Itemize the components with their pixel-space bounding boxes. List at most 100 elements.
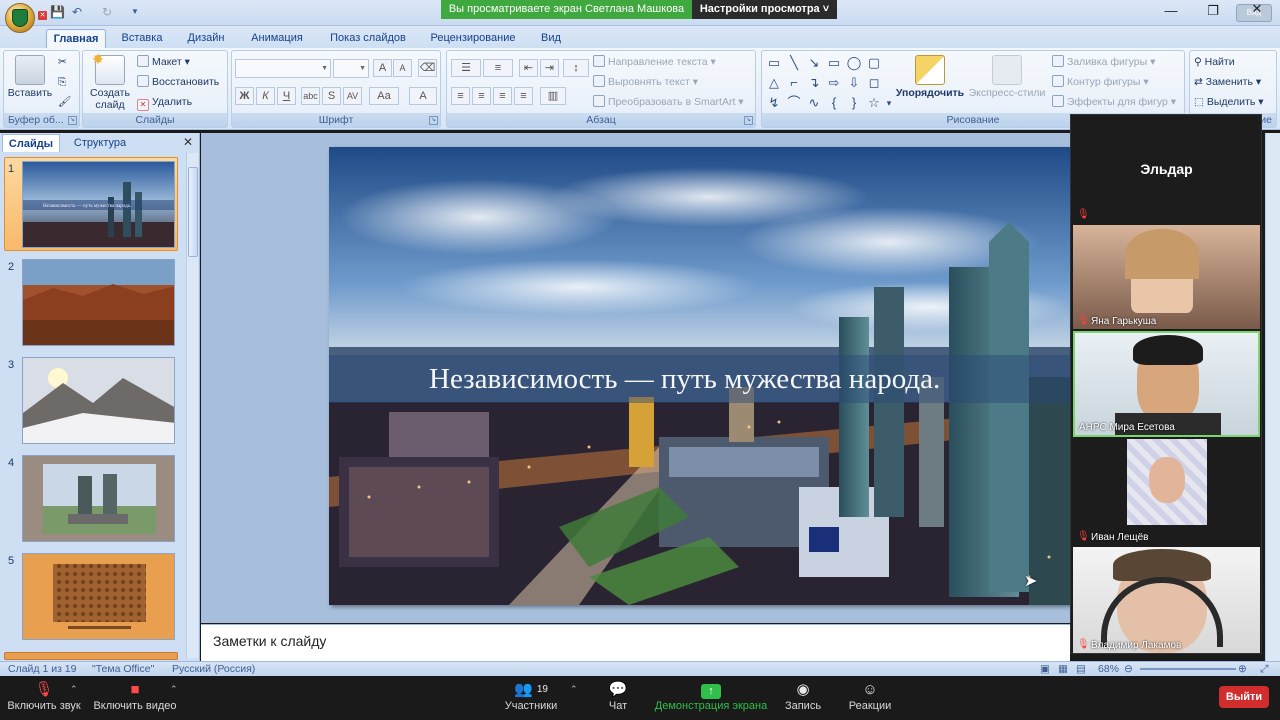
cut-icon[interactable]: ✂	[58, 53, 67, 71]
save-icon[interactable]: 💾	[50, 5, 65, 19]
case-icon[interactable]: Aa	[369, 87, 399, 105]
convert-smartart-button[interactable]: Преобразовать в SmartArt ▾	[593, 93, 744, 111]
delete-slide-button[interactable]: ✕ Удалить	[137, 93, 192, 111]
find-button[interactable]: ⚲ Найти	[1194, 53, 1235, 71]
quick-styles-button[interactable]: Экспресс-стили	[968, 53, 1046, 113]
underline-icon[interactable]: Ч	[277, 87, 296, 105]
slide-thumbnail[interactable]: Независимость — путь мужества народа.	[22, 161, 175, 248]
decrease-indent-icon[interactable]: ⇤	[519, 59, 538, 77]
zoom-in-icon[interactable]: ⊕	[1238, 662, 1247, 676]
star-shape-icon[interactable]: ☆	[866, 95, 882, 111]
justify-icon[interactable]: ≡	[514, 87, 533, 105]
start-video-button[interactable]: ■ Включить видео	[92, 680, 178, 720]
shadow-icon[interactable]: S	[322, 87, 341, 105]
textbox-shape-icon[interactable]: ▭	[766, 55, 782, 71]
tab-design[interactable]: Дизайн	[182, 29, 230, 48]
chat-button[interactable]: 💬 Чат	[598, 680, 638, 720]
strikethrough-icon[interactable]: abc	[301, 87, 320, 105]
columns-icon[interactable]: ▥	[540, 87, 566, 105]
curve-shape-icon[interactable]: ⌒	[786, 95, 802, 111]
line-shape-icon[interactable]: ╲	[786, 55, 802, 71]
elbow-connector-icon[interactable]: ⌐	[786, 75, 802, 91]
current-slide[interactable]: Независимость — путь мужества народа.	[329, 147, 1074, 605]
arrow-shape-icon[interactable]: ↘	[806, 55, 822, 71]
font-color-icon[interactable]: A	[409, 87, 437, 105]
replace-button[interactable]: ⇄ Заменить ▾	[1194, 73, 1261, 91]
callout-shape-icon[interactable]: ◻	[866, 75, 882, 91]
line-spacing-icon[interactable]: ↕	[563, 59, 589, 77]
bold-icon[interactable]: Ж	[235, 87, 254, 105]
tab-outline[interactable]: Структура	[64, 134, 136, 152]
leave-button[interactable]: Выйти	[1219, 686, 1269, 708]
notes-pane[interactable]: Заметки к слайду	[201, 624, 1070, 661]
zoom-out-icon[interactable]: ⊖	[1124, 662, 1133, 676]
redo-icon[interactable]: ↻	[100, 5, 114, 19]
shape-outline-button[interactable]: Контур фигуры ▾	[1052, 73, 1149, 91]
slide-thumbnail[interactable]	[22, 455, 175, 542]
spacing-icon[interactable]: AV	[343, 87, 362, 105]
format-painter-icon[interactable]: 🖌	[58, 93, 71, 111]
font-name-field[interactable]: ▼	[235, 59, 331, 78]
align-left-icon[interactable]: ≡	[451, 87, 470, 105]
view-settings-button[interactable]: Настройки просмотра ˅	[692, 0, 837, 19]
paragraph-launcher-icon[interactable]: ↘	[744, 116, 753, 125]
tab-slideshow[interactable]: Показ слайдов	[325, 29, 411, 48]
zoom-slider[interactable]	[1140, 668, 1236, 670]
office-button[interactable]	[5, 3, 35, 33]
rounded-rect-shape-icon[interactable]: ▢	[866, 55, 882, 71]
reading-view-icon[interactable]: ▤	[1076, 662, 1086, 676]
zoom-level[interactable]: 68%	[1098, 662, 1119, 676]
chevron-up-icon[interactable]: ⌃	[170, 684, 178, 695]
tab-view[interactable]: Вид	[536, 29, 566, 48]
record-button[interactable]: ◉ Запись	[780, 680, 826, 720]
close-icon[interactable]: ✕	[183, 135, 193, 149]
restore-button[interactable]: ❐	[1200, 2, 1226, 20]
participant-tile[interactable]: АНРС Мира Есетова	[1073, 331, 1260, 437]
participants-button[interactable]: 👥 19 Участники	[500, 680, 562, 720]
sorter-view-icon[interactable]: ▦	[1058, 662, 1068, 676]
clipboard-launcher-icon[interactable]: ↘	[68, 116, 77, 125]
minimize-button[interactable]: —	[1158, 2, 1184, 20]
reset-button[interactable]: Восстановить	[137, 73, 219, 91]
layout-button[interactable]: Макет ▾	[137, 53, 190, 71]
bullets-icon[interactable]: ☰	[451, 59, 481, 77]
slide-thumbnail[interactable]	[22, 553, 175, 640]
share-screen-button[interactable]: ↑ Демонстрация экрана	[654, 680, 768, 720]
tab-review[interactable]: Рецензирование	[425, 29, 521, 48]
shape-fill-button[interactable]: Заливка фигуры ▾	[1052, 53, 1155, 71]
shrink-font-icon[interactable]: A	[393, 59, 412, 77]
align-text-button[interactable]: Выровнять текст ▾	[593, 73, 698, 91]
fit-window-icon[interactable]: ⤢	[1260, 662, 1268, 676]
slide-title[interactable]: Независимость — путь мужества народа.	[329, 355, 1074, 403]
rectangle-shape-icon[interactable]: ▭	[826, 55, 842, 71]
reactions-button[interactable]: ☺ Реакции	[844, 680, 896, 720]
down-arrow-shape-icon[interactable]: ⇩	[846, 75, 862, 91]
select-button[interactable]: ⬚ Выделить ▾	[1194, 93, 1264, 111]
tab-insert[interactable]: Вставка	[116, 29, 168, 48]
clear-format-icon[interactable]: ⌫	[418, 59, 437, 77]
new-slide-button[interactable]: ✸ Создать слайд	[85, 51, 135, 113]
participant-tile[interactable]: Эльдар 🎙	[1073, 117, 1260, 223]
chevron-up-icon[interactable]: ⌃	[70, 684, 78, 695]
undo-icon[interactable]: ↶	[70, 5, 84, 19]
scroll-thumb[interactable]	[188, 167, 198, 257]
freeform-shape-icon[interactable]: ↯	[766, 95, 782, 111]
participant-tile[interactable]: 🎙 Владимир Лакамов	[1073, 547, 1260, 653]
paste-button[interactable]: Вставить	[6, 53, 54, 113]
qat-customize-icon[interactable]: ▼	[128, 5, 142, 19]
align-right-icon[interactable]: ≡	[493, 87, 512, 105]
align-center-icon[interactable]: ≡	[472, 87, 491, 105]
slide-thumbnail[interactable]	[22, 357, 175, 444]
right-brace-icon[interactable]: }	[846, 95, 862, 111]
arrange-button[interactable]: Упорядочить	[894, 53, 966, 113]
shape-effects-button[interactable]: Эффекты для фигур ▾	[1052, 93, 1176, 111]
tab-home[interactable]: Главная	[46, 29, 106, 48]
tab-animation[interactable]: Анимация	[246, 29, 308, 48]
italic-icon[interactable]: К	[256, 87, 275, 105]
left-brace-icon[interactable]: {	[826, 95, 842, 111]
normal-view-icon[interactable]: ▣	[1040, 662, 1050, 676]
participant-tile[interactable]: 🎙 Яна Гарькуша	[1073, 225, 1260, 329]
triangle-shape-icon[interactable]: △	[766, 75, 782, 91]
numbering-icon[interactable]: ≡	[483, 59, 513, 77]
slide-thumbnail[interactable]	[22, 259, 175, 346]
